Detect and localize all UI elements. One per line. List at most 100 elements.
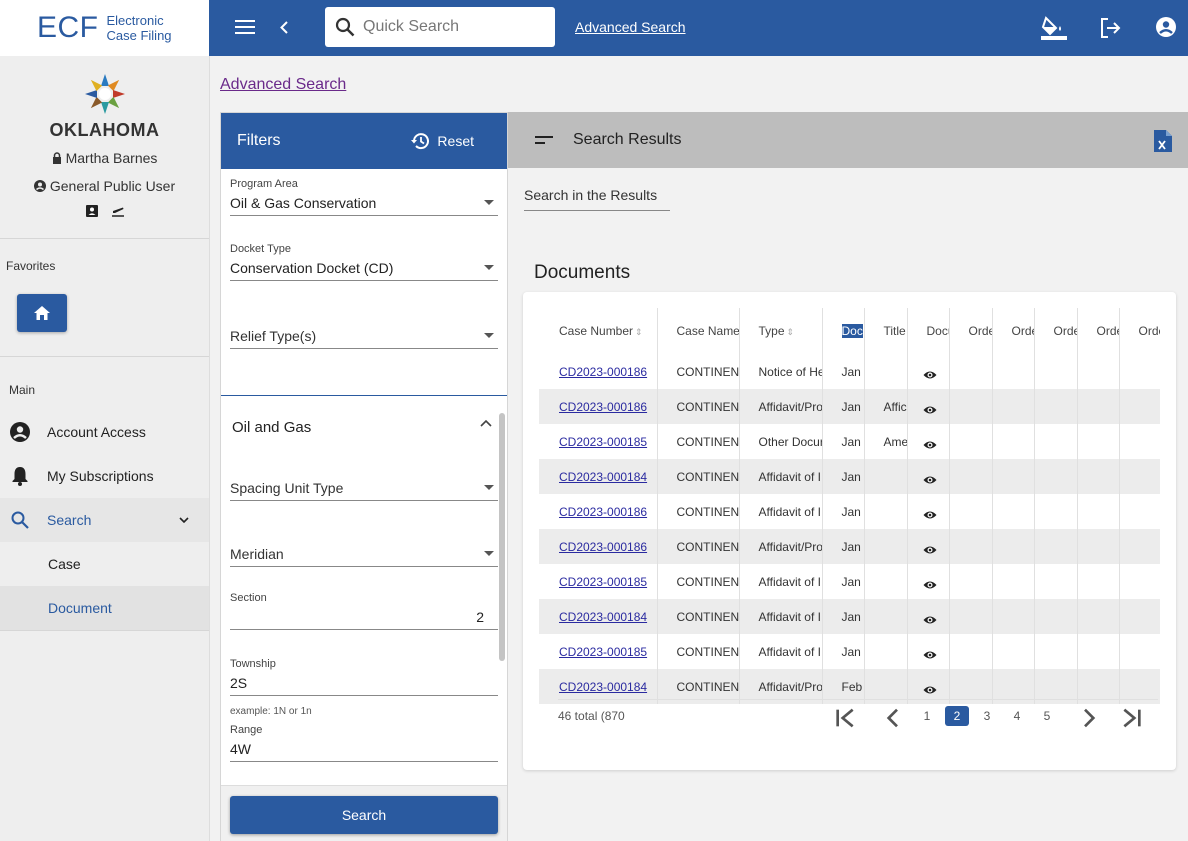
table-row[interactable]: CD2023-000186 CONTINENTNotice of HeJan [539,354,1160,389]
cell-document[interactable] [906,599,949,634]
logout-icon[interactable] [1100,18,1122,38]
table-row[interactable]: CD2023-000186 CONTINENTAffidavit/ProJan [539,529,1160,564]
case-number-link[interactable]: CD2023-000184 [559,470,647,484]
quick-search-input[interactable] [363,18,543,36]
page-1-button[interactable]: 1 [915,706,939,726]
filters-scrollbar[interactable] [499,413,505,661]
cell-document[interactable] [906,389,949,424]
cell-document[interactable] [906,354,949,389]
cell-case-number[interactable]: CD2023-000186 [539,354,657,389]
col-case-name[interactable]: Case Name [656,308,739,354]
page-2-button[interactable]: 2 [945,706,969,726]
case-number-link[interactable]: CD2023-000184 [559,680,647,694]
last-page-icon[interactable] [1119,708,1143,728]
menu-icon[interactable] [235,19,255,35]
first-page-icon[interactable] [834,708,858,728]
table-row[interactable]: CD2023-000184 CONTINENTAffidavit of IJan [539,599,1160,634]
cell-document[interactable] [906,634,949,669]
meridian-select[interactable]: Meridian [230,541,498,567]
eye-icon[interactable] [923,510,937,520]
eye-icon[interactable] [923,545,937,555]
next-page-icon[interactable] [1078,708,1102,728]
col-type[interactable]: Type ⇕ [738,308,822,354]
cell-case-number[interactable]: CD2023-000186 [539,389,657,424]
nav-sub-case[interactable]: Case [0,542,209,586]
cell-case-number[interactable]: CD2023-000184 [539,599,657,634]
eye-icon[interactable] [923,440,937,450]
cell-case-number[interactable]: CD2023-000185 [539,424,657,459]
table-row[interactable]: CD2023-000185 CONTINENTAffidavit of IJan [539,634,1160,669]
table-row[interactable]: CD2023-000186 CONTINENTAffidavit of IJan [539,494,1160,529]
cell-case-number[interactable]: CD2023-000186 [539,529,657,564]
reset-button[interactable]: Reset [411,131,474,151]
cell-document[interactable] [906,424,949,459]
spacing-unit-type-select[interactable]: Spacing Unit Type [230,475,498,501]
flight-takeoff-icon[interactable] [111,204,125,218]
docket-type-select[interactable]: Docket Type Conservation Docket (CD) [230,243,498,281]
case-number-link[interactable]: CD2023-000186 [559,400,647,414]
col-order-1[interactable]: Orde [948,308,992,354]
contact-card-icon[interactable] [85,204,99,218]
paint-bucket-icon[interactable] [1041,16,1067,40]
eye-icon[interactable] [923,650,937,660]
home-button[interactable] [17,294,67,332]
case-number-link[interactable]: CD2023-000186 [559,365,647,379]
section-input[interactable]: Section 2 [230,592,498,630]
table-row[interactable]: CD2023-000184 CONTINENTAffidavit of IJan [539,459,1160,494]
page-3-button[interactable]: 3 [975,706,999,726]
cell-document[interactable] [906,494,949,529]
search-button[interactable]: Search [230,796,498,834]
eye-icon[interactable] [923,615,937,625]
col-order-4[interactable]: Orde [1076,308,1119,354]
nav-my-subscriptions[interactable]: My Subscriptions [0,454,209,498]
table-row[interactable]: CD2023-000186 CONTINENTAffidavit/ProJanAf… [539,389,1160,424]
account-circle-icon[interactable] [1156,17,1176,37]
case-number-link[interactable]: CD2023-000185 [559,645,647,659]
col-order-3[interactable]: Orde [1033,308,1077,354]
eye-icon[interactable] [923,475,937,485]
advanced-search-page-link[interactable]: Advanced Search [220,76,346,94]
case-number-link[interactable]: CD2023-000186 [559,505,647,519]
relief-types-select[interactable]: Relief Type(s) [230,323,498,349]
township-input[interactable]: Township 2S example: 1N or 1n [230,658,498,717]
nav-search[interactable]: Search [0,498,209,542]
cell-case-number[interactable]: CD2023-000184 [539,459,657,494]
range-input[interactable]: Range 4W [230,724,498,762]
cell-case-number[interactable]: CD2023-000185 [539,634,657,669]
col-doc-date[interactable]: Doc [821,308,864,354]
case-number-link[interactable]: CD2023-000185 [559,575,647,589]
sort-lines-icon[interactable] [535,136,553,144]
chevron-down-icon[interactable] [179,517,189,523]
table-row[interactable]: CD2023-000185 CONTINENTOther DocurJanAme [539,424,1160,459]
advanced-search-link-top[interactable]: Advanced Search [575,19,686,35]
oil-gas-section-header[interactable]: Oil and Gas [230,419,498,443]
program-area-select[interactable]: Program Area Oil & Gas Conservation [230,178,498,216]
eye-icon[interactable] [923,685,937,695]
chevron-left-icon[interactable] [280,21,288,34]
col-document[interactable]: Docu [906,308,949,354]
case-number-link[interactable]: CD2023-000186 [559,540,647,554]
cell-case-number[interactable]: CD2023-000185 [539,564,657,599]
col-order-2[interactable]: Orde [991,308,1034,354]
cell-document[interactable] [906,529,949,564]
nav-account-access[interactable]: Account Access [0,410,209,454]
table-row[interactable]: CD2023-000185 CONTINENTAffidavit of IJan [539,564,1160,599]
cell-document[interactable] [906,459,949,494]
nav-sub-document[interactable]: Document [0,586,209,630]
cell-case-number[interactable]: CD2023-000186 [539,494,657,529]
page-4-button[interactable]: 4 [1005,706,1029,726]
cell-document[interactable] [906,564,949,599]
search-in-results-input[interactable]: Search in the Results [524,187,670,211]
prev-page-icon[interactable] [880,708,904,728]
eye-icon[interactable] [923,370,937,380]
ecf-logo[interactable]: ECF Electronic Case Filing [0,0,209,56]
page-5-button[interactable]: 5 [1035,706,1059,726]
col-title[interactable]: Title [863,308,907,354]
quick-search-box[interactable] [325,7,555,47]
eye-icon[interactable] [923,405,937,415]
col-order-5[interactable]: Orde [1118,308,1160,354]
excel-export-icon[interactable] [1154,130,1172,152]
case-number-link[interactable]: CD2023-000184 [559,610,647,624]
case-number-link[interactable]: CD2023-000185 [559,435,647,449]
col-case-number[interactable]: Case Number ⇕ [539,308,657,354]
